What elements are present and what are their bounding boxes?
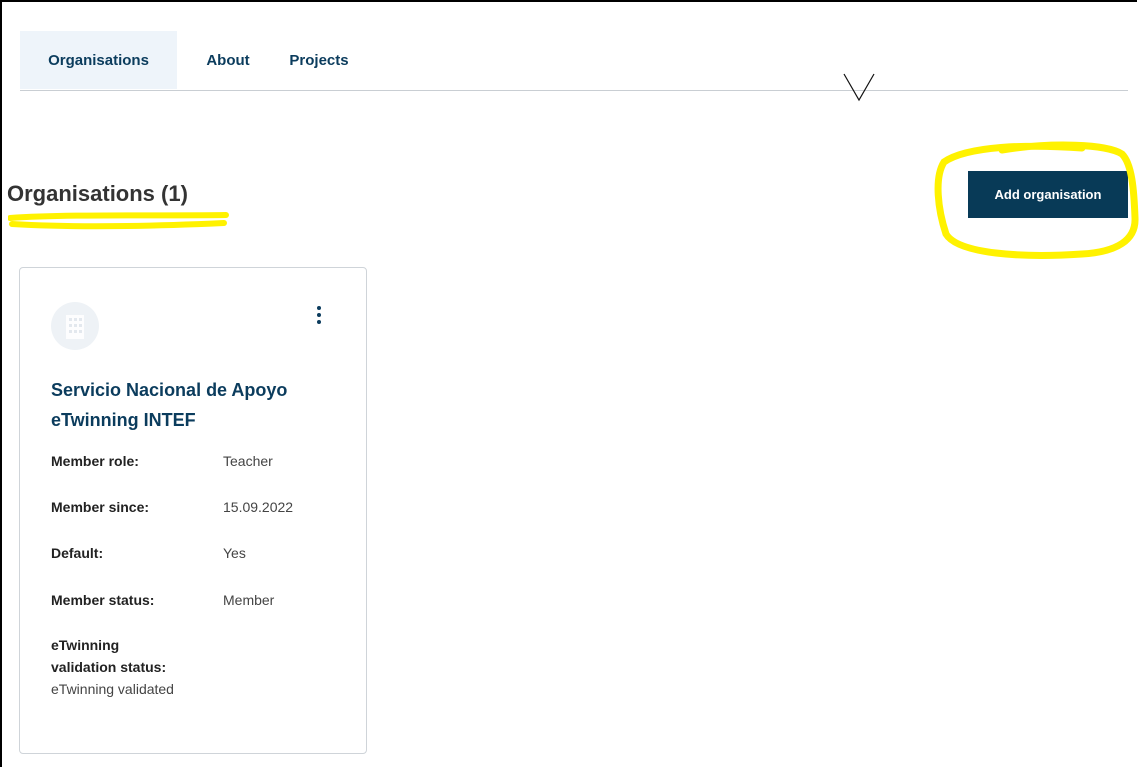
default-label: Default: (51, 545, 104, 561)
chevron-down-icon (843, 73, 875, 102)
default-value: Yes (223, 545, 246, 561)
tab-bar: Organisations About Projects (20, 31, 1128, 91)
validation-status-label-line2: validation status: (51, 659, 167, 675)
member-since-value: 15.09.2022 (223, 499, 294, 515)
tab-about[interactable]: About (177, 31, 279, 89)
organisation-card: Servicio Nacional de Apoyo eTwinning INT… (19, 267, 367, 754)
highlight-underline (8, 212, 229, 230)
member-since-label: Member since: (51, 499, 150, 515)
tab-projects[interactable]: Projects (279, 31, 359, 89)
validation-status-block: eTwinning validation status: eTwinning v… (51, 634, 251, 700)
building-icon (51, 302, 99, 350)
member-status-label: Member status: (51, 592, 155, 608)
validation-status-value: eTwinning validated (51, 681, 174, 697)
member-status-value: Member (223, 592, 275, 608)
member-role-value: Teacher (223, 453, 273, 469)
kebab-menu-icon[interactable] (309, 304, 329, 326)
validation-status-label-line1: eTwinning (51, 637, 120, 653)
member-role-label: Member role: (51, 453, 139, 469)
page-title: Organisations (1) (7, 181, 188, 206)
tab-organisations[interactable]: Organisations (20, 31, 177, 89)
highlight-circle (934, 141, 1139, 259)
organisation-name[interactable]: Servicio Nacional de Apoyo eTwinning INT… (51, 375, 351, 435)
